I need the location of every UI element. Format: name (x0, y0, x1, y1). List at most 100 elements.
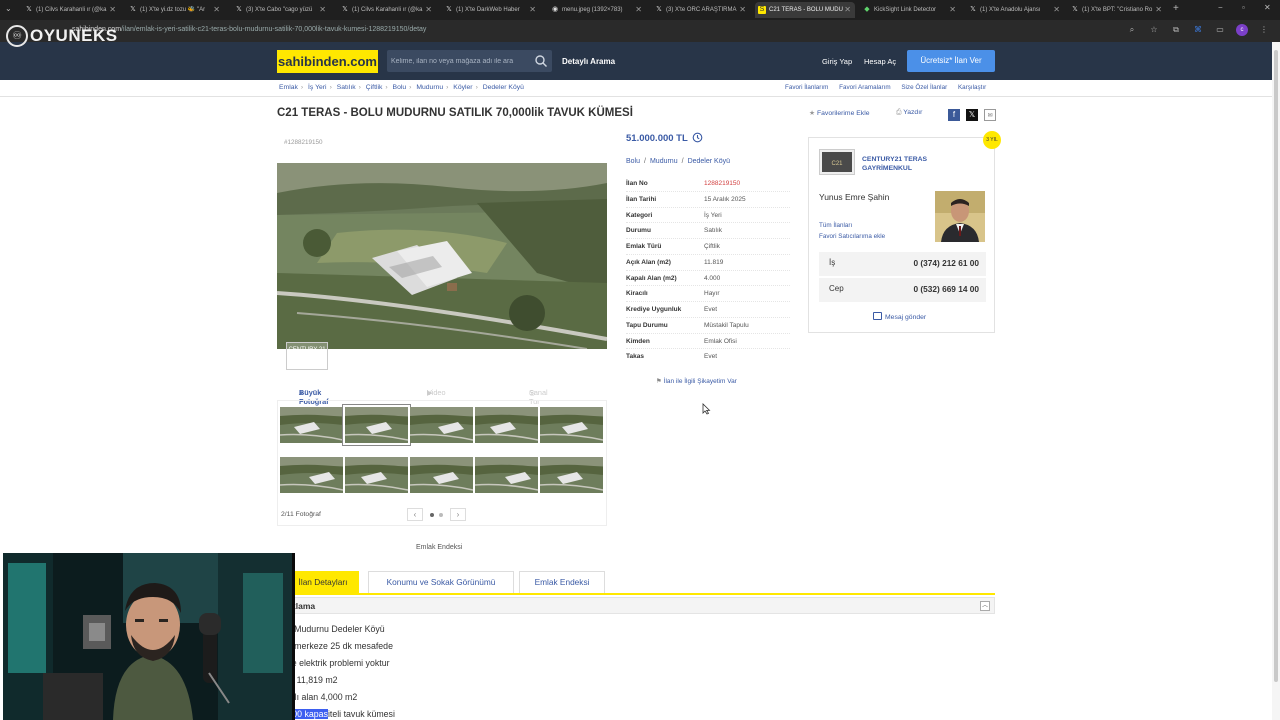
add-favorite-seller-link[interactable]: Favori Satıcılarıma ekle (819, 233, 885, 240)
price-history-icon[interactable] (692, 132, 703, 143)
compare-link[interactable]: Karşılaştır (958, 84, 986, 91)
thumbnail[interactable] (280, 407, 343, 443)
thumbnail[interactable] (280, 457, 343, 493)
thumbnail[interactable] (475, 407, 538, 443)
collapse-icon[interactable]: ︿ (980, 601, 990, 611)
breadcrumb-item[interactable]: Çiftlik (366, 84, 383, 91)
location-neighborhood[interactable]: Dedeler Köyü (688, 158, 730, 165)
sidepanel-icon[interactable]: ▭ (1214, 24, 1226, 36)
extensions-icon[interactable]: ⧉ (1170, 24, 1182, 36)
profile-avatar[interactable]: c (1236, 24, 1248, 36)
tab-listing-details[interactable]: İlan Detayları (287, 571, 359, 593)
location-district[interactable]: Mudurnu (650, 158, 678, 165)
main-photo[interactable] (277, 163, 607, 349)
agency-logo[interactable]: C21 (819, 149, 855, 175)
close-tab-icon[interactable]: ✕ (529, 2, 536, 18)
browser-tab[interactable]: 𝕏 (1) Cilvs Karahanli ır (@ka ✕ (338, 2, 436, 18)
work-phone-number[interactable]: 0 (374) 212 61 00 (913, 258, 979, 268)
favorite-searches-link[interactable]: Favori Aramalarım (839, 84, 890, 91)
previous-page-button[interactable]: ‹ (407, 508, 423, 521)
close-window-icon[interactable]: ✕ (1264, 3, 1271, 12)
thumbnail[interactable] (540, 457, 603, 493)
close-tab-icon[interactable]: ✕ (213, 2, 220, 18)
all-ads-link[interactable]: Tüm İlanları (819, 222, 852, 229)
kicksight-icon: ◆ (864, 6, 870, 13)
report-listing-link[interactable]: ⚑ İlan ile İlgili Şikayetim Var (656, 377, 737, 385)
mobile-phone-number[interactable]: 0 (532) 669 14 00 (913, 284, 979, 294)
post-ad-button[interactable]: Ücretsiz* İlan Ver (907, 50, 995, 72)
advanced-search-link[interactable]: Detaylı Arama (562, 57, 615, 66)
personalized-listings-link[interactable]: Size Özel İlanlar (901, 84, 947, 91)
maximize-icon[interactable]: ▫ (1242, 3, 1245, 12)
breadcrumb-item[interactable]: İş Yeri (308, 84, 327, 91)
search-input[interactable] (391, 53, 527, 69)
next-page-button[interactable]: › (450, 508, 466, 521)
x-share-icon[interactable]: 𝕏 (966, 109, 978, 121)
browser-tab-active[interactable]: S C21 TERAS - BOLU MUDU ✕ (755, 2, 855, 18)
bookmark-star-icon[interactable]: ☆ (1148, 24, 1160, 36)
breadcrumb-separator: › (300, 84, 304, 91)
browser-tab[interactable]: ◉ menu.jpeg (1392×783) ✕ (548, 2, 646, 18)
close-tab-icon[interactable]: ✕ (635, 2, 642, 18)
info-row: Durumu Satılık (626, 223, 790, 239)
browser-tab[interactable]: 𝕏 (1) X'te DarkWeb Haber ✕ (442, 2, 540, 18)
browser-tab[interactable]: 𝕏 (3) X'te ORC ARAŞTIRMA ✕ (652, 2, 750, 18)
thumbnail[interactable] (540, 407, 603, 443)
thumbnail[interactable] (410, 407, 473, 443)
zoom-icon[interactable]: ⌕ (1126, 24, 1138, 36)
close-tab-icon[interactable]: ✕ (109, 2, 116, 18)
minimize-icon[interactable]: − (1218, 3, 1223, 12)
location-city[interactable]: Bolu (626, 158, 640, 165)
tab-emlak-endeksi[interactable]: Emlak Endeksi (519, 571, 605, 593)
browser-tab[interactable]: 𝕏 (1) X'te yi.dz tozu 🐝 "Ar ✕ (126, 2, 224, 18)
close-tab-icon[interactable]: ✕ (949, 2, 956, 18)
page-dot-active[interactable] (430, 513, 434, 517)
breadcrumb-item[interactable]: Köyler (453, 84, 472, 91)
membership-badge: 3 YIL (983, 131, 1001, 149)
add-favorite-link[interactable]: ★ Favorilerime Ekle (809, 109, 869, 117)
agency-name[interactable]: CENTURY21 TERAS GAYRİMENKUL (862, 155, 942, 173)
star-icon: ★ (809, 110, 816, 117)
extension-icon[interactable]: ⌘ (1192, 24, 1204, 36)
tab-location-street-view[interactable]: Konumu ve Sokak Görünümü (368, 571, 514, 593)
work-phone-row: İş 0 (374) 212 61 00 (819, 252, 986, 276)
thumbnail[interactable] (475, 457, 538, 493)
agent-photo (935, 191, 985, 242)
breadcrumb-item[interactable]: Satılık (337, 84, 356, 91)
info-row: İlan Tarihi 15 Aralık 2025 (626, 192, 790, 208)
close-tab-icon[interactable]: ✕ (1155, 2, 1162, 18)
login-link[interactable]: Giriş Yap (822, 57, 852, 66)
breadcrumb-item[interactable]: Bolu (393, 84, 407, 91)
page-dot[interactable] (439, 513, 443, 517)
close-tab-icon[interactable]: ✕ (844, 2, 851, 18)
close-tab-icon[interactable]: ✕ (1053, 2, 1060, 18)
browser-tab[interactable]: ◆ KickSight Link Detector ✕ (860, 2, 960, 18)
browser-tab[interactable]: 𝕏 (3) X'te Cabo "cago yüzü ✕ (232, 2, 330, 18)
breadcrumb-item[interactable]: Mudurnu (416, 84, 443, 91)
thumbnail[interactable] (410, 457, 473, 493)
close-tab-icon[interactable]: ✕ (319, 2, 326, 18)
breadcrumb-item[interactable]: Emlak (279, 84, 298, 91)
emlak-endeksi-link[interactable]: Emlak Endeksi (416, 544, 462, 551)
scrollbar-thumb[interactable] (1274, 50, 1278, 682)
search-icon[interactable] (534, 54, 548, 68)
menu-dots-icon[interactable]: ⋮ (1258, 24, 1270, 36)
browser-tab[interactable]: 𝕏 (1) Cilvs Karahanli ır (@ka ✕ (22, 2, 120, 18)
favorite-listings-link[interactable]: Favori İlanlarım (785, 84, 828, 91)
mail-icon[interactable]: ✉ (984, 109, 996, 121)
register-link[interactable]: Hesap Aç (864, 57, 896, 66)
new-tab-icon[interactable]: + (1173, 3, 1179, 14)
browser-tab[interactable]: 𝕏 (1) X'te Anadolu Ajansı ✕ (966, 2, 1064, 18)
close-tab-icon[interactable]: ✕ (425, 2, 432, 18)
site-logo[interactable]: sahibinden.com (277, 50, 378, 73)
breadcrumb-item[interactable]: Dedeler Köyü (483, 84, 524, 91)
thumbnail-selected[interactable] (342, 404, 411, 446)
thumbnail[interactable] (345, 457, 408, 493)
print-link[interactable]: ⎙ Yazdır (896, 109, 922, 117)
facebook-icon[interactable]: f (948, 109, 960, 121)
send-message-link[interactable]: Mesaj gönder (873, 312, 926, 321)
close-tab-icon[interactable]: ✕ (739, 2, 746, 18)
tab-list-icon[interactable]: ⌄ (5, 4, 12, 13)
browser-tab[interactable]: 𝕏 (1) X'te BPT: "Cristiano Ro ✕ (1068, 2, 1166, 18)
url-field[interactable]: sahibinden.com/ilan/emlak-is-yeri-satili… (72, 26, 426, 33)
